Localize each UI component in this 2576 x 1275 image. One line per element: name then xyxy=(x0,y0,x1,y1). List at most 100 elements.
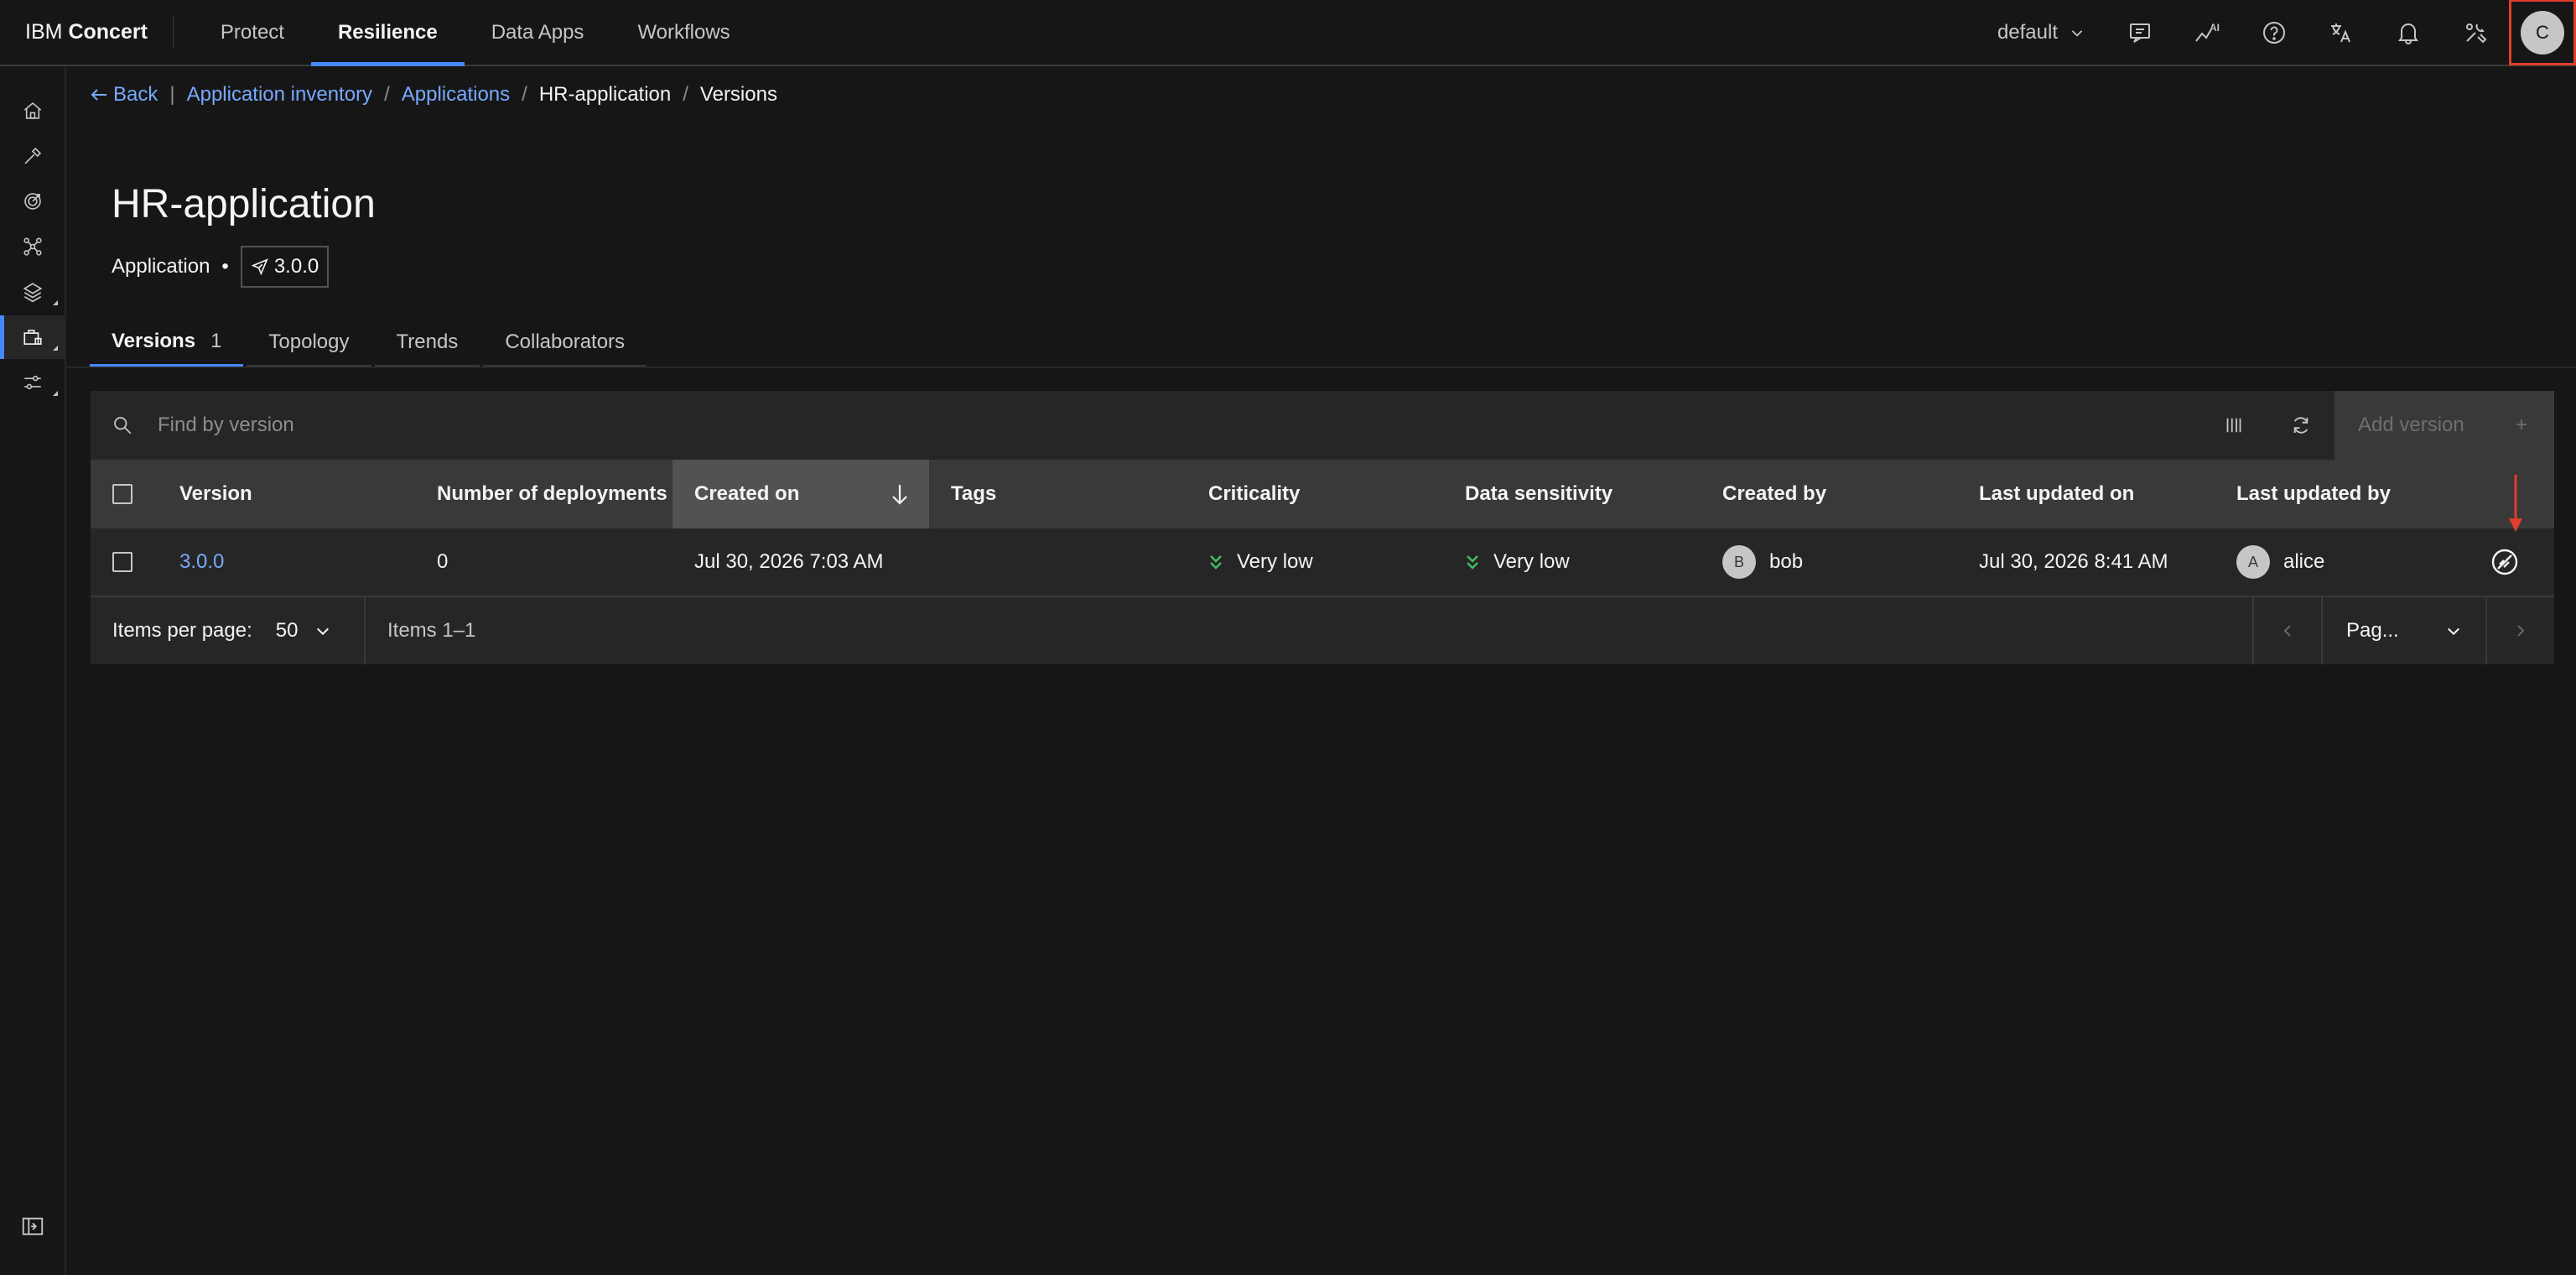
rocket-icon xyxy=(251,258,269,276)
page-select-label: Pag... xyxy=(2346,619,2399,642)
tab-collaborators[interactable]: Collaborators xyxy=(483,319,647,367)
side-nav xyxy=(0,66,66,1275)
separator-dot: • xyxy=(221,255,229,278)
items-per-page-select[interactable]: 50 xyxy=(276,619,332,643)
refresh-icon xyxy=(2290,414,2312,436)
notification-icon[interactable] xyxy=(2375,0,2442,65)
target-icon[interactable] xyxy=(0,180,65,223)
next-page-button[interactable] xyxy=(2485,597,2554,664)
avatar: C xyxy=(2521,10,2564,55)
panel-expand-icon[interactable] xyxy=(0,1205,65,1248)
cell-actions xyxy=(2471,528,2538,596)
breadcrumb-separator: / xyxy=(522,83,527,106)
cell-deployments: 0 xyxy=(437,550,449,573)
double-chevron-down-icon xyxy=(1208,553,1223,571)
tools-icon[interactable] xyxy=(2442,0,2509,65)
created-by-name: bob xyxy=(1769,550,1804,573)
sensitivity-label: Very low xyxy=(1493,550,1570,573)
chevron-down-icon xyxy=(2070,25,2085,40)
header-created-on-label: Created on xyxy=(694,482,800,505)
breadcrumb-hr-application[interactable]: HR-application xyxy=(539,83,671,107)
breadcrumb-application-inventory[interactable]: Application inventory xyxy=(187,83,372,107)
applications-icon[interactable] xyxy=(0,315,65,359)
add-icon: + xyxy=(2515,414,2527,436)
breadcrumb-applications[interactable]: Applications xyxy=(402,83,510,107)
cell-last-updated-by: A alice xyxy=(2215,528,2471,596)
header-deployments[interactable]: Number of deployments xyxy=(415,460,673,528)
header-created-on[interactable]: Created on xyxy=(673,460,929,528)
header-created-by[interactable]: Created by xyxy=(1701,460,1957,528)
translate-icon[interactable] xyxy=(2308,0,2375,65)
tab-versions-label: Versions xyxy=(112,330,196,352)
environment-label: default xyxy=(1997,20,2058,44)
breadcrumb-divider: | xyxy=(169,83,175,106)
cell-criticality: Very low xyxy=(1187,528,1443,596)
feedback-icon[interactable] xyxy=(2106,0,2174,65)
arrow-down-icon xyxy=(891,483,909,505)
unlink-icon[interactable] xyxy=(2490,547,2520,577)
tools-nav-icon[interactable] xyxy=(0,134,65,178)
environment-select[interactable]: default xyxy=(1981,21,2106,44)
double-chevron-down-icon xyxy=(1465,553,1480,571)
chevron-left-icon xyxy=(2281,622,2294,639)
top-nav: Protect Resilience Data Apps Workflows xyxy=(174,0,757,66)
layers-icon[interactable] xyxy=(0,270,65,314)
items-per-page-value: 50 xyxy=(275,619,299,642)
expand-indicator xyxy=(53,346,58,351)
column-settings-button[interactable] xyxy=(2200,391,2267,460)
search-icon xyxy=(112,415,132,435)
table-row: 3.0.0 0 Jul 30, 2026 7:03 AM Very low Ve… xyxy=(91,528,2554,597)
search-input[interactable] xyxy=(158,414,661,437)
user-avatar-button[interactable]: C xyxy=(2509,0,2576,65)
avatar: A xyxy=(2236,545,2270,579)
brand-name: Concert xyxy=(68,20,148,44)
nav-protect[interactable]: Protect xyxy=(194,0,311,65)
help-icon[interactable] xyxy=(2241,0,2308,65)
header-data-sensitivity[interactable]: Data sensitivity xyxy=(1443,460,1701,528)
header-version[interactable]: Version xyxy=(158,460,415,528)
header-tags[interactable]: Tags xyxy=(929,460,1187,528)
breadcrumb: Back | Application inventory / Applicati… xyxy=(90,67,777,122)
tab-versions[interactable]: Versions 1 xyxy=(90,319,244,367)
arrow-left-icon xyxy=(90,87,108,102)
tab-topology[interactable]: Topology xyxy=(247,319,371,367)
nav-data-apps[interactable]: Data Apps xyxy=(465,0,611,65)
sensitivity-level: Very low xyxy=(1465,550,1570,574)
cell-created-by: B bob xyxy=(1701,528,1957,596)
items-per-page: Items per page: 50 xyxy=(91,597,366,664)
previous-page-button[interactable] xyxy=(2252,597,2321,664)
created-by-user: B bob xyxy=(1722,545,1803,579)
entity-type: Application xyxy=(112,255,210,278)
settings-adjust-icon[interactable] xyxy=(0,361,65,404)
network-icon[interactable] xyxy=(0,225,65,268)
last-updated-by-name: alice xyxy=(2283,550,2325,573)
select-all-checkbox[interactable] xyxy=(112,484,132,504)
expand-indicator xyxy=(53,300,58,305)
add-version-button[interactable]: Add version + xyxy=(2334,391,2554,460)
page-controls: Pag... xyxy=(2252,597,2554,664)
header-last-updated-on[interactable]: Last updated on xyxy=(1957,460,2215,528)
version-link[interactable]: 3.0.0 xyxy=(179,550,224,574)
cell-tags xyxy=(929,528,1187,596)
row-checkbox[interactable] xyxy=(112,552,132,572)
brand-prefix: IBM xyxy=(25,20,63,44)
top-header: IBM Concert Protect Resilience Data Apps… xyxy=(0,0,2576,66)
brand-logo[interactable]: IBM Concert xyxy=(0,0,173,65)
search-bar xyxy=(91,391,2200,460)
header-actions: default AI C xyxy=(1981,0,2576,65)
ai-insights-icon[interactable]: AI xyxy=(2174,0,2241,65)
header-last-updated-by[interactable]: Last updated by xyxy=(2215,460,2471,528)
home-icon[interactable] xyxy=(0,89,65,133)
tab-versions-count: 1 xyxy=(210,330,222,352)
refresh-button[interactable] xyxy=(2267,391,2334,460)
nav-workflows[interactable]: Workflows xyxy=(610,0,756,65)
tab-trends[interactable]: Trends xyxy=(374,319,480,367)
version-tag: 3.0.0 xyxy=(240,246,330,288)
tab-list: Versions 1 Topology Trends Collaborators xyxy=(90,319,650,367)
page-select[interactable]: Pag... xyxy=(2321,597,2485,664)
annotation-arrow xyxy=(2507,475,2524,535)
header-criticality[interactable]: Criticality xyxy=(1187,460,1443,528)
pagination: Items per page: 50 Items 1–1 Pag... xyxy=(91,597,2554,664)
nav-resilience[interactable]: Resilience xyxy=(310,0,465,66)
back-link[interactable]: Back xyxy=(90,83,158,107)
